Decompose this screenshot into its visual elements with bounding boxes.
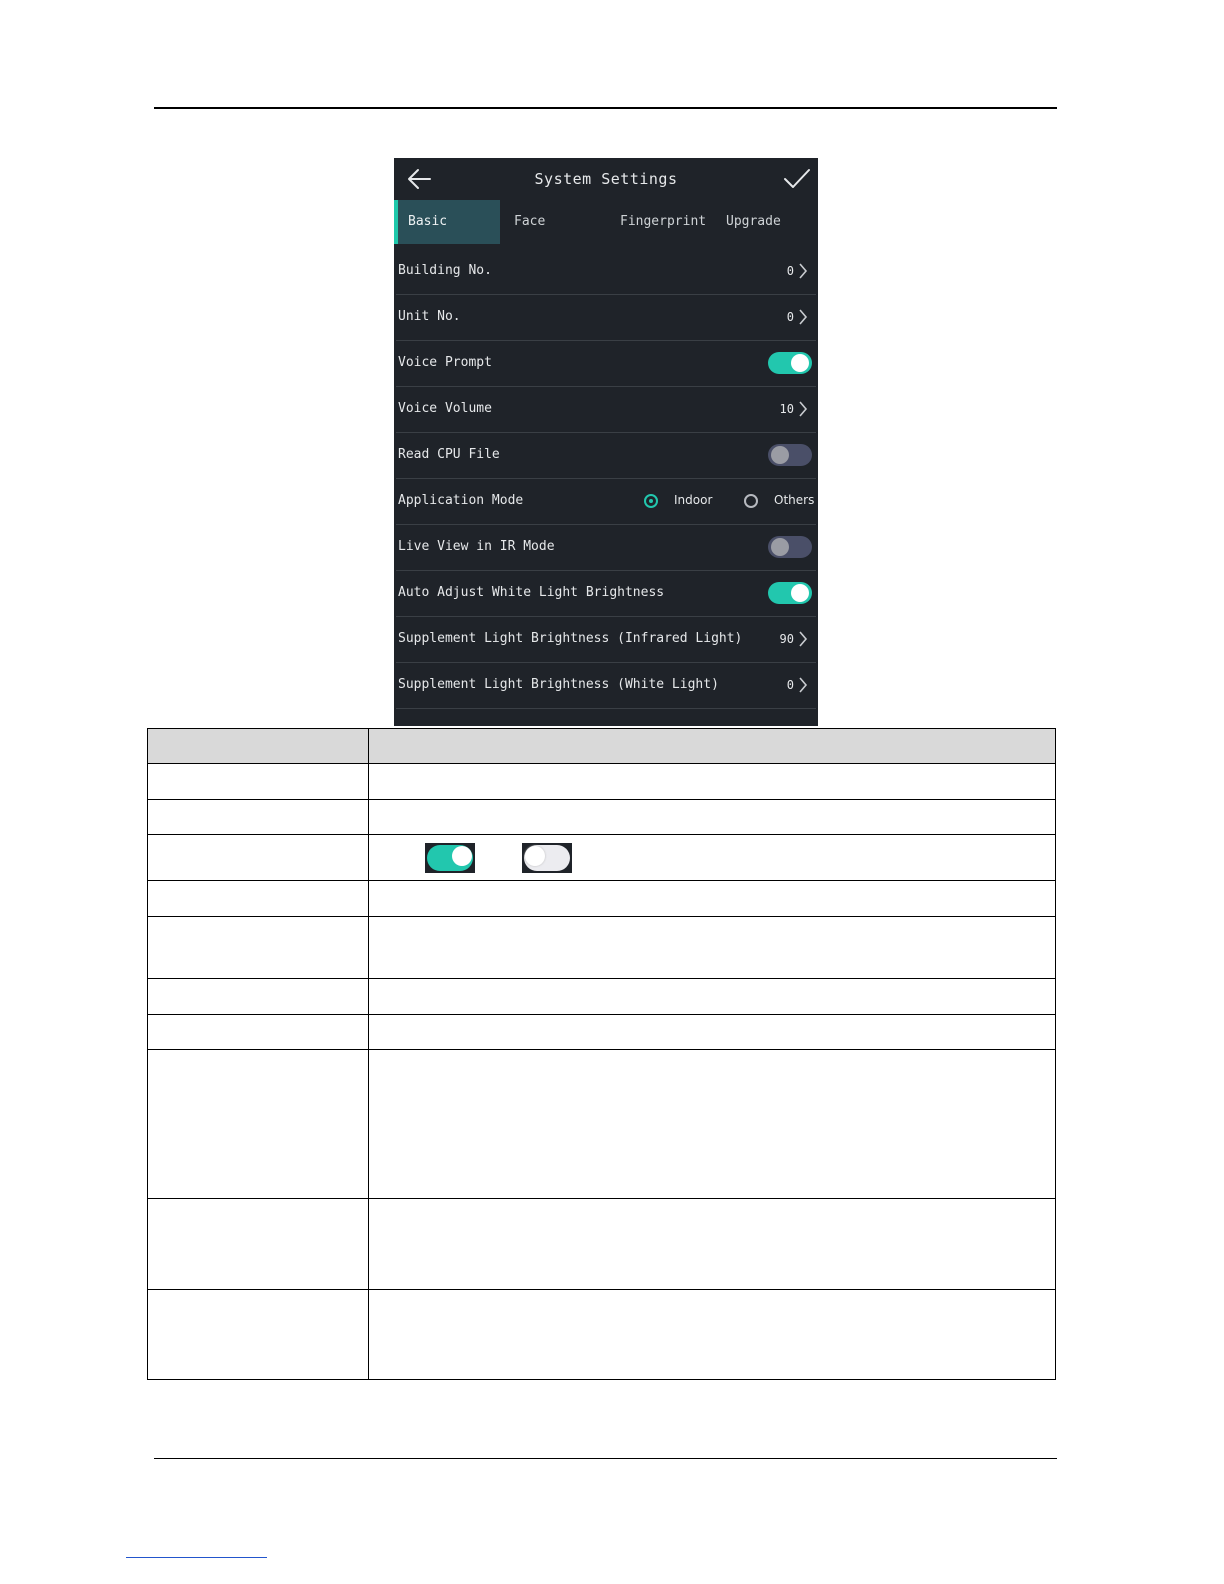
table-row — [147, 1014, 1056, 1050]
building-no-value: 0 — [786, 264, 794, 278]
live-view-ir-label: Live View in IR Mode — [398, 539, 555, 554]
table-row — [147, 1198, 1056, 1290]
live-view-ir-row: Live View in IR Mode — [396, 525, 816, 571]
application-mode-row: Application Mode Indoor Others — [396, 479, 816, 525]
radio-unselected-icon — [744, 494, 758, 508]
table-cell — [147, 916, 369, 979]
checkmark-icon[interactable] — [782, 166, 812, 192]
table-cell — [147, 834, 369, 881]
chevron-right-icon — [799, 677, 808, 693]
supplement-ir-value: 90 — [779, 632, 794, 646]
table-cell — [368, 880, 1056, 917]
voice-prompt-toggle[interactable] — [768, 352, 812, 374]
table-cell — [368, 834, 1056, 881]
table-cell — [368, 763, 1056, 800]
table-cell — [147, 880, 369, 917]
footer-link-underline[interactable] — [126, 1557, 267, 1558]
voice-volume-value: 10 — [779, 402, 794, 416]
table-cell — [368, 916, 1056, 979]
table-cell — [147, 1014, 369, 1050]
table-row — [147, 978, 1056, 1015]
table-cell — [147, 799, 369, 835]
supplement-ir-row[interactable]: Supplement Light Brightness (Infrared Li… — [396, 617, 816, 663]
table-cell — [368, 1198, 1056, 1290]
application-mode-label: Application Mode — [398, 493, 524, 508]
table-header-row — [147, 728, 1056, 764]
radio-selected-icon — [644, 494, 658, 508]
supplement-ir-label: Supplement Light Brightness (Infrared Li… — [398, 631, 743, 646]
toggle-knob — [771, 446, 789, 464]
voice-volume-row[interactable]: Voice Volume 10 — [396, 387, 816, 433]
table-row — [147, 834, 1056, 881]
unit-no-row[interactable]: Unit No. 0 — [396, 295, 816, 341]
radio-others-label: Others — [774, 493, 815, 507]
read-cpu-file-toggle[interactable] — [768, 444, 812, 466]
table-row — [147, 1049, 1056, 1199]
table-cell — [368, 1049, 1056, 1199]
tab-face[interactable]: Face — [514, 200, 545, 244]
table-cell — [147, 1049, 369, 1199]
table-cell — [368, 1289, 1056, 1380]
voice-prompt-row: Voice Prompt — [396, 341, 816, 387]
auto-adjust-white-toggle[interactable] — [768, 582, 812, 604]
tab-upgrade[interactable]: Upgrade — [726, 200, 781, 244]
system-settings-screenshot: System Settings Basic Face Fingerprint U… — [394, 158, 818, 726]
screen-title: System Settings — [534, 170, 678, 188]
read-cpu-file-row: Read CPU File — [396, 433, 816, 479]
table-row — [147, 880, 1056, 917]
table-header-cell — [147, 728, 369, 764]
unit-no-value: 0 — [786, 310, 794, 324]
toggle-knob — [771, 538, 789, 556]
table-cell — [147, 1198, 369, 1290]
building-no-label: Building No. — [398, 263, 492, 278]
unit-no-label: Unit No. — [398, 309, 461, 324]
table-cell — [147, 978, 369, 1015]
table-cell — [368, 799, 1056, 835]
voice-prompt-label: Voice Prompt — [398, 355, 492, 370]
table-row — [147, 1289, 1056, 1380]
supplement-white-value: 0 — [786, 678, 794, 692]
chevron-right-icon — [799, 263, 808, 279]
table-cell — [147, 1289, 369, 1380]
table-row — [147, 763, 1056, 800]
toggle-knob — [791, 354, 809, 372]
tab-basic[interactable]: Basic — [394, 200, 500, 244]
settings-tabs: Basic Face Fingerprint Upgrade — [394, 200, 818, 244]
auto-adjust-white-label: Auto Adjust White Light Brightness — [398, 585, 665, 600]
radio-indoor-label: Indoor — [674, 493, 713, 507]
live-view-ir-toggle[interactable] — [768, 536, 812, 558]
toggle-knob — [791, 584, 809, 602]
tab-fingerprint[interactable]: Fingerprint — [620, 200, 706, 244]
header-rule — [154, 107, 1057, 109]
table-cell — [147, 763, 369, 800]
footer-rule — [154, 1458, 1057, 1459]
table-cell — [368, 1014, 1056, 1050]
chevron-right-icon — [799, 309, 808, 325]
auto-adjust-white-row: Auto Adjust White Light Brightness — [396, 571, 816, 617]
table-row — [147, 799, 1056, 835]
building-no-row[interactable]: Building No. 0 — [396, 249, 816, 295]
toggle-knob — [525, 845, 546, 866]
screen-header: System Settings — [394, 158, 818, 200]
table-cell — [368, 978, 1056, 1015]
table-row — [147, 916, 1056, 979]
voice-volume-label: Voice Volume — [398, 401, 492, 416]
chevron-right-icon — [799, 631, 808, 647]
toggle-knob — [452, 845, 473, 866]
read-cpu-file-label: Read CPU File — [398, 447, 500, 462]
supplement-white-label: Supplement Light Brightness (White Light… — [398, 677, 719, 692]
toggle-off-icon — [522, 842, 573, 873]
parameter-table — [147, 728, 1056, 1380]
chevron-right-icon — [799, 401, 808, 417]
toggle-on-icon — [425, 842, 476, 873]
table-header-cell — [368, 728, 1056, 764]
supplement-white-row[interactable]: Supplement Light Brightness (White Light… — [396, 663, 816, 709]
settings-list: Building No. 0 Unit No. 0 Voice Prompt V… — [394, 249, 818, 709]
